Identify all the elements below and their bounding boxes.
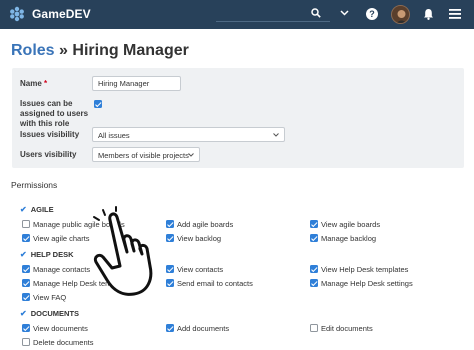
perm-checkbox[interactable]: [310, 279, 318, 287]
page-title: Roles » Hiring Manager: [11, 42, 189, 60]
perm-checkbox[interactable]: [310, 324, 318, 332]
pointer-hand-icon: [93, 206, 153, 296]
perm-checkbox[interactable]: [22, 220, 30, 228]
perm-label: Add documents: [177, 324, 230, 333]
perm-label: View contacts: [177, 265, 224, 274]
perm-checkbox[interactable]: [166, 220, 174, 228]
role-form-panel: Name * Hiring Manager Issues can be assi…: [12, 68, 464, 168]
perm-label: Send email to contacts: [177, 279, 253, 288]
perm-label: View Help Desk templates: [321, 265, 409, 274]
users-visibility-select[interactable]: Members of visible projects: [92, 147, 200, 162]
perm-label: View FAQ: [33, 293, 67, 302]
issues-visibility-select[interactable]: All issues: [92, 127, 285, 142]
check-icon: ✔: [20, 250, 27, 259]
perm-label: Manage contacts: [33, 265, 91, 274]
help-icon[interactable]: ?: [366, 8, 378, 20]
perm-checkbox[interactable]: [22, 265, 30, 273]
role-title: Hiring Manager: [72, 42, 189, 59]
perm-label: View agile charts: [33, 234, 90, 243]
app-name[interactable]: GameDEV: [32, 7, 91, 21]
bell-icon[interactable]: [423, 8, 434, 20]
chevron-down-icon[interactable]: [340, 10, 349, 16]
perm-checkbox[interactable]: [166, 234, 174, 242]
perm-checkbox[interactable]: [166, 324, 174, 332]
avatar[interactable]: [391, 5, 410, 24]
perm-checkbox[interactable]: [22, 324, 30, 332]
check-icon: ✔: [20, 309, 27, 318]
top-navigation-bar: GameDEV ?: [0, 0, 474, 29]
check-icon: ✔: [20, 205, 27, 214]
breadcrumb-roles-link[interactable]: Roles: [11, 42, 55, 59]
perm-checkbox[interactable]: [166, 265, 174, 273]
perm-label: Edit documents: [321, 324, 373, 333]
perm-checkbox[interactable]: [22, 234, 30, 242]
users-visibility-label: Users visibility: [20, 150, 77, 159]
perm-checkbox[interactable]: [22, 338, 30, 346]
perm-label: View agile boards: [321, 220, 381, 229]
perm-checkbox[interactable]: [310, 234, 318, 242]
role-name-input[interactable]: Hiring Manager: [92, 76, 181, 91]
logo-icon[interactable]: [9, 6, 25, 22]
name-label: Name *: [20, 79, 48, 88]
perm-checkbox[interactable]: [22, 279, 30, 287]
chevron-down-icon: [273, 133, 279, 137]
permissions-heading: Permissions: [11, 180, 58, 190]
chevron-down-icon: [188, 153, 194, 157]
group-documents-toggle[interactable]: ✔ DOCUMENTS: [20, 309, 79, 318]
perm-label: View documents: [33, 324, 88, 333]
perm-checkbox[interactable]: [310, 265, 318, 273]
perm-label: Delete documents: [33, 338, 94, 347]
search-icon[interactable]: [311, 8, 321, 18]
perm-label: Add agile boards: [177, 220, 234, 229]
group-help-desk-toggle[interactable]: ✔ HELP DESK: [20, 250, 74, 259]
issues-visibility-label: Issues visibility: [20, 130, 80, 139]
perm-checkbox[interactable]: [310, 220, 318, 228]
perm-label: Manage backlog: [321, 234, 377, 243]
assignable-label: Issues can be assigned to users with thi…: [20, 99, 89, 128]
perm-label: View backlog: [177, 234, 222, 243]
group-agile-toggle[interactable]: ✔ AGILE: [20, 205, 54, 214]
perm-checkbox[interactable]: [22, 293, 30, 301]
assignable-checkbox[interactable]: [94, 100, 102, 108]
perm-checkbox[interactable]: [166, 279, 174, 287]
breadcrumb-separator: »: [59, 42, 68, 59]
perm-label: Manage Help Desk settings: [321, 279, 413, 288]
menu-icon[interactable]: [449, 9, 461, 19]
